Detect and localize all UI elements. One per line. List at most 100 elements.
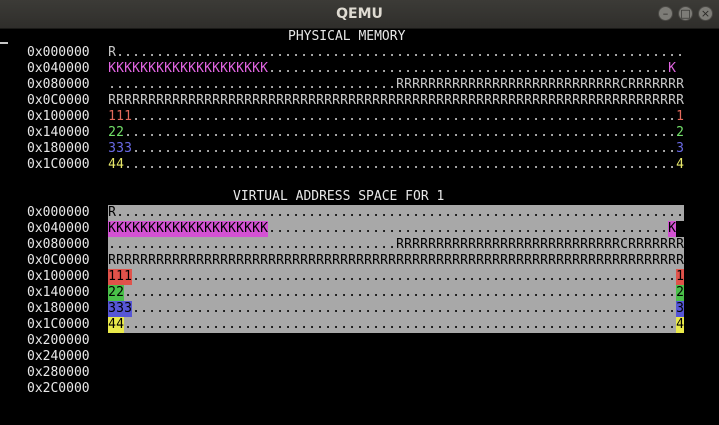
page-cell: .	[652, 221, 660, 236]
page-cell: .	[556, 317, 564, 332]
page-cell: .	[340, 269, 348, 284]
page-cell: R	[604, 237, 612, 252]
page-cell: R	[508, 77, 516, 92]
page-cell: .	[348, 221, 356, 236]
page-cell: .	[276, 77, 284, 92]
page-cell: .	[420, 221, 428, 236]
page-cell: .	[460, 205, 468, 220]
page-cell: .	[476, 285, 484, 300]
page-cell: .	[548, 269, 556, 284]
page-cell: .	[244, 125, 252, 140]
page-cell: .	[300, 45, 308, 60]
page-cell: .	[540, 125, 548, 140]
window-titlebar[interactable]: QEMU – □ ×	[0, 0, 719, 29]
page-cell: .	[412, 301, 420, 316]
page-cell: .	[500, 205, 508, 220]
page-cell: .	[316, 205, 324, 220]
page-cell: 3	[108, 301, 116, 317]
page-cell: .	[404, 301, 412, 316]
page-cell: .	[588, 285, 596, 300]
page-cell: R	[292, 253, 300, 268]
page-cell: R	[428, 253, 436, 268]
page-cell: .	[412, 125, 420, 140]
page-cell: R	[612, 93, 620, 108]
page-cell: R	[460, 237, 468, 252]
page-cell: .	[188, 125, 196, 140]
page-cell: R	[540, 93, 548, 108]
page-cell: .	[636, 109, 644, 124]
page-cell: .	[300, 77, 308, 92]
page-cell: .	[628, 221, 636, 236]
page-cell: .	[132, 77, 140, 92]
page-cell: .	[428, 141, 436, 156]
page-cell: .	[268, 205, 276, 220]
page-cells: 22......................................…	[108, 125, 684, 141]
page-cell: R	[396, 77, 404, 92]
page-cell: .	[404, 269, 412, 284]
page-cell: .	[156, 141, 164, 156]
page-cell: 2	[676, 125, 684, 140]
page-cell: .	[556, 125, 564, 140]
page-cell: .	[460, 301, 468, 316]
page-cell: .	[628, 125, 636, 140]
page-cell: R	[444, 77, 452, 92]
page-cell: .	[396, 221, 404, 236]
page-cell: .	[484, 301, 492, 316]
page-cell: .	[548, 45, 556, 60]
page-cell: .	[252, 285, 260, 300]
page-cell: .	[292, 45, 300, 60]
page-cell: .	[268, 125, 276, 140]
page-cell: .	[644, 45, 652, 60]
page-cell: .	[636, 61, 644, 76]
page-cell: .	[468, 125, 476, 140]
page-cell: .	[148, 157, 156, 172]
page-cell: .	[380, 141, 388, 156]
page-cell: .	[660, 205, 668, 220]
page-cell: .	[140, 77, 148, 92]
page-cell: R	[524, 93, 532, 108]
page-cell: .	[620, 317, 628, 332]
page-cell: .	[620, 301, 628, 316]
page-cell: R	[244, 93, 252, 108]
page-cell: R	[300, 253, 308, 268]
page-cell: .	[532, 301, 540, 316]
page-cell: .	[588, 221, 596, 236]
close-button[interactable]: ×	[698, 6, 713, 21]
page-cell: .	[396, 301, 404, 316]
page-cell: .	[620, 141, 628, 156]
page-cell: .	[612, 141, 620, 156]
page-cell: .	[396, 141, 404, 156]
page-cell: .	[404, 141, 412, 156]
page-cell: .	[180, 269, 188, 284]
page-cell: .	[484, 45, 492, 60]
page-cell: .	[316, 269, 324, 284]
minimize-button[interactable]: –	[658, 6, 673, 21]
page-cell: .	[444, 109, 452, 124]
page-cell: .	[508, 221, 516, 236]
address-label: 0x0C0000	[27, 93, 90, 108]
page-cell: .	[612, 45, 620, 60]
page-cell: .	[460, 221, 468, 236]
page-cell: K	[148, 221, 156, 237]
page-cell: .	[300, 317, 308, 332]
page-cell: .	[212, 141, 220, 156]
page-cell: .	[276, 301, 284, 316]
page-cell: .	[236, 285, 244, 300]
page-cell: .	[580, 205, 588, 220]
page-cell: .	[196, 317, 204, 332]
page-cell: K	[260, 221, 268, 237]
page-cell: R	[444, 237, 452, 252]
page-cell: .	[660, 61, 668, 76]
page-cell: .	[196, 237, 204, 252]
page-cell: R	[556, 93, 564, 108]
page-cell: R	[348, 93, 356, 108]
page-cell: .	[220, 285, 228, 300]
qemu-display[interactable]: PHYSICAL MEMORY 0x000000 R...............…	[0, 29, 719, 425]
page-cell: .	[244, 301, 252, 316]
page-cell: R	[636, 93, 644, 108]
maximize-button[interactable]: □	[678, 6, 693, 21]
page-cell: .	[388, 317, 396, 332]
page-cell: R	[668, 93, 676, 108]
page-cell: .	[428, 301, 436, 316]
page-cell: .	[660, 301, 668, 316]
